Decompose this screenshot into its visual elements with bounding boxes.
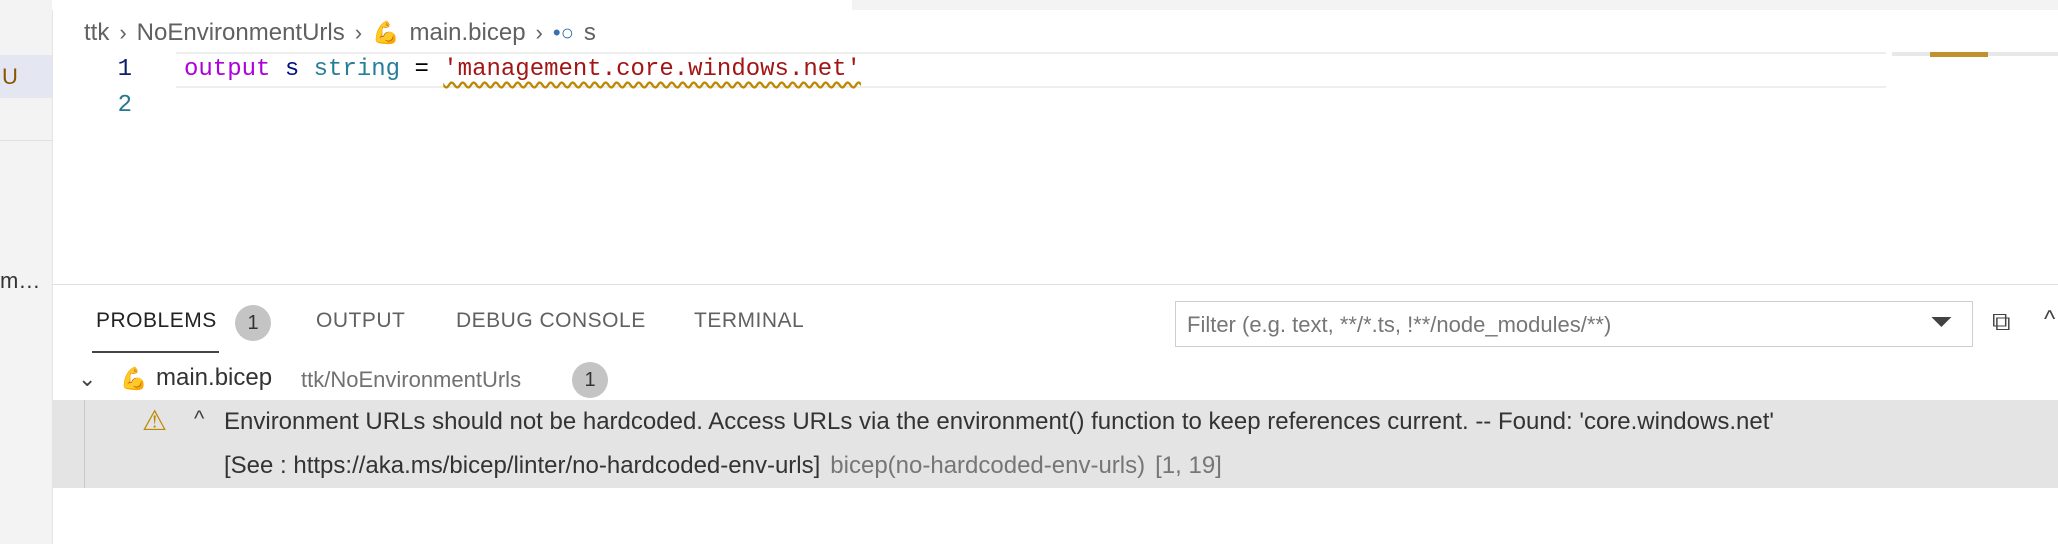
panel-divider[interactable] [52, 284, 2058, 285]
maximize-icon[interactable]: ^ [2044, 306, 2055, 334]
chevron-right-icon: › [119, 20, 127, 45]
problem-see-link[interactable]: [See : https://aka.ms/bicep/linter/no-ha… [224, 452, 820, 479]
breadcrumb-item-ttk[interactable]: ttk [84, 19, 109, 47]
warning-icon: ⚠ [142, 405, 168, 436]
filter-input[interactable] [1185, 304, 1889, 346]
bicep-file-icon: 💪 [120, 366, 148, 391]
tab-debug-console[interactable]: DEBUG CONSOLE [456, 309, 646, 333]
git-status-badge[interactable]: U [0, 55, 52, 98]
chevron-up-icon[interactable]: ^ [194, 406, 204, 432]
tab-problems[interactable]: PROBLEMS [96, 309, 217, 333]
problems-count-badge: 1 [235, 305, 271, 341]
problem-details: [See : https://aka.ms/bicep/linter/no-ha… [224, 452, 1222, 480]
tab-output[interactable]: OUTPUT [316, 309, 405, 333]
tree-indent-guide [84, 400, 85, 488]
breadcrumb: ttk › NoEnvironmentUrls › 💪 main.bicep ›… [84, 16, 596, 50]
line-number: 2 [117, 92, 132, 119]
code-string-warning: 'management.core.windows.net' [443, 56, 861, 83]
chevron-right-icon: › [535, 20, 543, 45]
breadcrumb-item-symbol[interactable]: s [584, 19, 596, 47]
filter-icon[interactable]: ⏷ [1930, 306, 1952, 339]
breadcrumb-item-folder[interactable]: NoEnvironmentUrls [137, 19, 345, 47]
minimap-warning-marker [1930, 52, 1988, 57]
file-problem-count-badge: 1 [572, 362, 608, 398]
code-type: string [313, 56, 401, 83]
breadcrumb-item-file[interactable]: main.bicep [409, 19, 525, 47]
problem-file-name[interactable]: main.bicep [156, 364, 272, 392]
collapse-all-icon[interactable]: ⧉ [1992, 306, 2011, 338]
left-divider [0, 140, 52, 141]
code-operator: = [414, 56, 429, 83]
problem-file-path: ttk/NoEnvironmentUrls [301, 367, 522, 392]
problem-message[interactable]: Environment URLs should not be hardcoded… [224, 408, 1774, 436]
chevron-right-icon: › [354, 20, 363, 45]
code-keyword: output [184, 56, 271, 83]
code-identifier: s [284, 56, 300, 83]
code-line[interactable]: output s string = 'management.core.windo… [184, 56, 861, 83]
chevron-down-icon[interactable]: ⌄ [78, 366, 96, 392]
bicep-file-icon: 💪 [372, 20, 400, 45]
active-tab-area [52, 0, 852, 10]
property-icon: •○ [552, 20, 574, 45]
line-number: 1 [117, 56, 132, 83]
truncated-sidebar-label[interactable]: m… [0, 268, 40, 294]
problem-position: [1, 19] [1155, 452, 1222, 479]
problem-source: bicep(no-hardcoded-env-urls) [830, 452, 1146, 479]
tab-terminal[interactable]: TERMINAL [694, 309, 804, 333]
active-tab-indicator [92, 351, 219, 353]
